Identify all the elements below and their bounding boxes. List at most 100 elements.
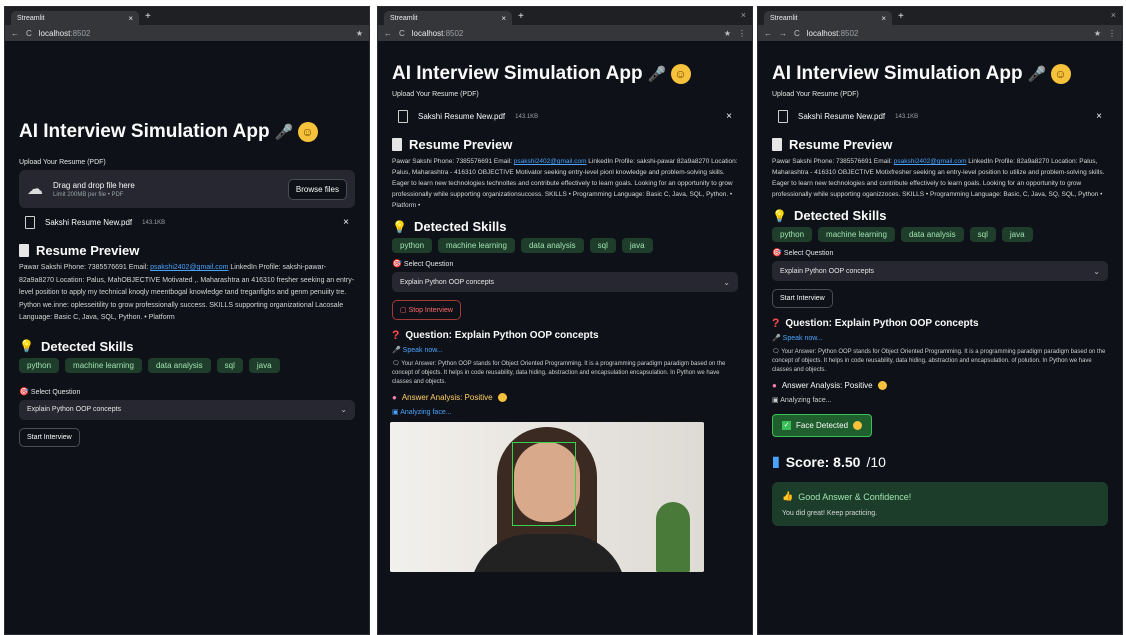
- stop-icon: ▢: [400, 307, 407, 314]
- file-name: Sakshi Resume New.pdf: [45, 218, 133, 227]
- menu-icon[interactable]: ⋮: [738, 29, 746, 38]
- app-title: AI Interview Simulation App 🎤 ☺: [19, 121, 355, 143]
- remove-file-icon[interactable]: ×: [726, 111, 732, 122]
- brain-icon: ●: [772, 381, 777, 390]
- answer-text: 🗨 Your Answer: Python OOP stands for Obj…: [772, 348, 1108, 375]
- smiley-icon: [853, 421, 863, 430]
- start-interview-button[interactable]: Start Interview: [19, 427, 80, 447]
- answer-analysis: ● Answer Analysis: Positive: [392, 393, 738, 402]
- answer-content: Your Answer: Python OOP stands for Objec…: [772, 349, 1106, 373]
- speak-now-status: 🎤 Speak now...: [392, 346, 738, 354]
- url-field[interactable]: localhost:8502: [807, 29, 1087, 38]
- remove-file-icon[interactable]: ×: [343, 217, 349, 228]
- new-tab-icon[interactable]: +: [518, 11, 524, 22]
- selected-question: Explain Python OOP concepts: [27, 406, 122, 413]
- tab-title: Streamlit: [770, 14, 798, 22]
- remove-file-icon[interactable]: ×: [1096, 111, 1102, 122]
- answer-analysis-text: Answer Analysis: Positive: [781, 381, 873, 390]
- lightbulb-icon: 💡: [392, 219, 407, 234]
- browser-tab[interactable]: Streamlit ×: [764, 11, 892, 25]
- start-interview-button[interactable]: Start Interview: [772, 289, 833, 308]
- question-select[interactable]: Explain Python OOP concepts ⌄: [392, 272, 738, 292]
- brain-icon: ●: [392, 393, 397, 402]
- stop-interview-button[interactable]: ▢ Stop Interview: [392, 300, 461, 320]
- score-max: /10: [866, 453, 886, 470]
- detected-skills-heading-text: Detected Skills: [40, 338, 134, 354]
- selected-question: Explain Python OOP concepts: [400, 278, 495, 286]
- browser-window-3: Streamlit × + × ← → C localhost:8502 ★ ⋮…: [757, 6, 1123, 635]
- question-heading-text: Question: Explain Python OOP concepts: [405, 329, 599, 341]
- answer-content: Your Answer: Python OOP stands for Objec…: [392, 361, 726, 385]
- detected-skills-heading: 💡 Detected Skills: [19, 339, 355, 354]
- resume-text-part: Pawar Sakshi Phone: 7385576691 Email:: [772, 158, 894, 165]
- tab-title: Streamlit: [17, 14, 45, 22]
- resume-text-part: LinkedIn Profile: sakshi-pawar 82a9a8270…: [392, 158, 738, 209]
- tab-close-icon[interactable]: ×: [128, 14, 133, 23]
- new-tab-icon[interactable]: +: [145, 11, 151, 22]
- url-field[interactable]: localhost:8502: [412, 29, 717, 38]
- skill-tag: sql: [969, 227, 996, 242]
- skill-tag: machine learning: [818, 227, 895, 242]
- file-icon: [25, 216, 35, 229]
- smiley-icon: ☺: [670, 63, 691, 84]
- menu-icon[interactable]: ⋮: [1108, 29, 1116, 38]
- file-dropzone[interactable]: ☁ Drag and drop file here Limit 200MB pe…: [19, 170, 355, 208]
- browser-tab[interactable]: Streamlit ×: [384, 11, 512, 25]
- email-link[interactable]: psakshi2402@gmail.com: [894, 158, 967, 165]
- tab-bar: Streamlit × + ×: [758, 7, 1122, 25]
- camera-icon: ▣: [392, 409, 399, 416]
- back-icon[interactable]: ←: [11, 29, 19, 38]
- tab-close-icon[interactable]: ×: [501, 14, 506, 23]
- skills-list: python machine learning data analysis sq…: [392, 238, 738, 253]
- selected-question: Explain Python OOP concepts: [780, 267, 875, 275]
- microphone-icon: 🎤: [274, 124, 294, 141]
- app-title-text: AI Interview Simulation App: [19, 121, 270, 142]
- email-link[interactable]: psakshi2402@gmail.com: [514, 158, 587, 165]
- smiley-icon: ☺: [297, 121, 318, 142]
- browser-tab[interactable]: Streamlit ×: [11, 11, 139, 25]
- window-close-icon[interactable]: ×: [741, 10, 746, 20]
- detected-skills-heading-text: Detected Skills: [793, 208, 887, 223]
- new-tab-icon[interactable]: +: [898, 11, 904, 22]
- reload-icon[interactable]: C: [399, 29, 405, 38]
- question-heading: ? Question: Explain Python OOP concepts: [392, 328, 738, 342]
- tab-close-icon[interactable]: ×: [881, 14, 886, 23]
- browse-files-button[interactable]: Browse files: [287, 178, 347, 200]
- document-icon: [19, 244, 29, 257]
- bookmark-star-icon[interactable]: ★: [1094, 29, 1101, 38]
- forward-icon[interactable]: →: [779, 29, 787, 38]
- bookmark-star-icon[interactable]: ★: [356, 29, 363, 38]
- skill-tag: data analysis: [520, 238, 584, 253]
- reload-icon[interactable]: C: [794, 29, 800, 38]
- analyzing-face-status: ▣ Analyzing face...: [772, 396, 1108, 404]
- chevron-down-icon: ⌄: [723, 277, 730, 287]
- score-value: Score: 8.50: [785, 453, 861, 470]
- back-icon[interactable]: ←: [384, 29, 392, 38]
- url-host: localhost: [38, 28, 71, 38]
- skill-tag: machine learning: [65, 357, 142, 373]
- app-title: AI Interview Simulation App 🎤 ☺: [392, 63, 738, 85]
- email-link[interactable]: psakshi2402@gmail.com: [150, 264, 228, 271]
- file-size: 143.1KB: [515, 113, 539, 120]
- question-select[interactable]: Explain Python OOP concepts ⌄: [772, 261, 1108, 281]
- speech-icon: 🗨: [772, 349, 780, 355]
- reload-icon[interactable]: C: [26, 29, 32, 38]
- browser-window-1: Streamlit × + ← C localhost:8502 ★ AI In…: [4, 6, 370, 635]
- url-field[interactable]: localhost:8502: [39, 29, 349, 38]
- plant-image: [656, 502, 690, 572]
- uploaded-file-row: Sakshi Resume New.pdf 143.1KB ×: [772, 102, 1108, 131]
- face-detected-text: Face Detected: [796, 421, 849, 430]
- resume-preview-heading: Resume Preview: [772, 137, 1108, 152]
- select-question-label-text: Select Question: [403, 261, 454, 268]
- app-title: AI Interview Simulation App 🎤 ☺: [772, 63, 1108, 85]
- question-select[interactable]: Explain Python OOP concepts ⌄: [19, 399, 355, 420]
- skill-tag: machine learning: [438, 238, 515, 253]
- window-close-icon[interactable]: ×: [1111, 10, 1116, 20]
- back-icon[interactable]: ←: [764, 29, 772, 38]
- thumbs-up-icon: 👍: [782, 491, 794, 501]
- microphone-icon: 🎤: [1027, 66, 1047, 83]
- feedback-box: 👍 Good Answer & Confidence! You did great…: [772, 482, 1108, 526]
- select-question-label-text: Select Question: [783, 250, 834, 257]
- url-host: localhost: [411, 28, 444, 38]
- bookmark-star-icon[interactable]: ★: [724, 29, 731, 38]
